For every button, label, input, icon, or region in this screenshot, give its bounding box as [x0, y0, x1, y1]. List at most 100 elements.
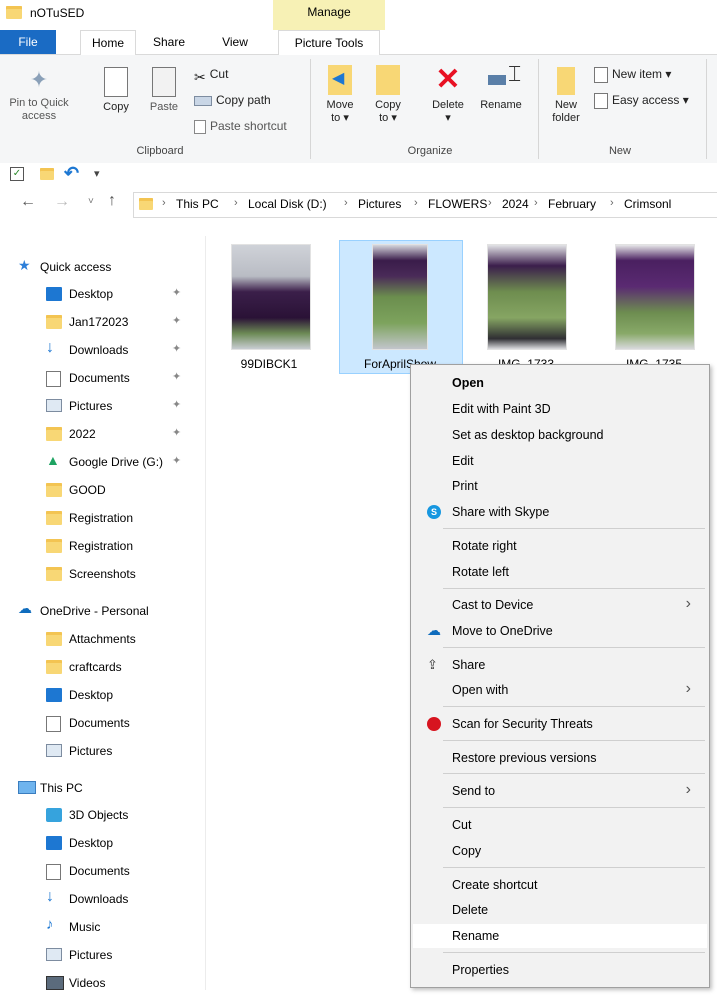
nav-item-desktop[interactable]: Desktop [0, 681, 205, 709]
menu-item-delete[interactable]: Delete [413, 898, 707, 922]
nav-item-documents[interactable]: Documents [0, 709, 205, 737]
nav-label: Downloads [69, 343, 129, 357]
copy-path-button[interactable]: Copy path [194, 91, 271, 109]
file-thumbnail[interactable] [484, 244, 568, 350]
undo-icon[interactable]: ↶ [64, 163, 79, 184]
menu-item-rename[interactable]: Rename [413, 924, 707, 948]
pin-icon[interactable]: ✦ [172, 426, 181, 439]
nav-item-google-drive[interactable]: ▲ Google Drive (G:) ✦ [0, 448, 205, 476]
menu-item-edit[interactable]: Edit [413, 449, 707, 473]
pin-icon[interactable]: ✦ [172, 342, 181, 355]
nav-this-pc[interactable]: This PC [0, 774, 205, 802]
nav-item-downloads[interactable]: ↓ Downloads ✦ [0, 336, 205, 364]
easy-access-button[interactable]: Easy access ▾ [594, 91, 689, 109]
nav-item-videos[interactable]: Videos [0, 969, 205, 997]
menu-item-share-skype[interactable]: S Share with Skype [413, 500, 707, 524]
nav-onedrive[interactable]: ☁ OneDrive - Personal [0, 597, 205, 625]
nav-item-desktop[interactable]: Desktop ✦ [0, 280, 205, 308]
breadcrumb-2024[interactable]: 2024 [502, 197, 529, 211]
nav-item-screenshots[interactable]: Screenshots [0, 560, 205, 588]
new-folder-button[interactable]: New folder [546, 67, 586, 125]
nav-item-documents[interactable]: Documents ✦ [0, 364, 205, 392]
tab-picture-tools[interactable]: Picture Tools [278, 30, 380, 56]
properties-check-icon[interactable]: ✓ [10, 167, 24, 181]
menu-item-properties[interactable]: Properties [413, 958, 707, 982]
menu-item-restore-versions[interactable]: Restore previous versions [413, 746, 707, 770]
nav-item-3d-objects[interactable]: 3D Objects [0, 801, 205, 829]
menu-item-set-background[interactable]: Set as desktop background [413, 423, 707, 447]
tab-view[interactable]: View [212, 30, 258, 54]
breadcrumb-flowers[interactable]: FLOWERS [428, 197, 487, 211]
menu-item-edit-paint3d[interactable]: Edit with Paint 3D [413, 397, 707, 421]
tab-manage[interactable]: Manage [273, 0, 385, 30]
new-item-button[interactable]: New item ▾ [594, 65, 671, 83]
nav-item-registration[interactable]: Registration [0, 532, 205, 560]
tab-file[interactable]: File [0, 30, 56, 54]
pin-icon[interactable]: ✦ [172, 286, 181, 299]
nav-item-pictures[interactable]: Pictures [0, 941, 205, 969]
nav-item-music[interactable]: ♪ Music [0, 913, 205, 941]
paste-shortcut-button[interactable]: Paste shortcut [194, 117, 287, 135]
nav-item-attachments[interactable]: Attachments [0, 625, 205, 653]
breadcrumb-this-pc[interactable]: This PC [176, 197, 219, 211]
forward-arrow-icon[interactable]: → [54, 193, 70, 211]
nav-item-pictures[interactable]: Pictures ✦ [0, 392, 205, 420]
pin-icon[interactable]: ✦ [172, 398, 181, 411]
recent-dropdown-icon[interactable]: ˅ [88, 196, 94, 207]
menu-item-create-shortcut[interactable]: Create shortcut [413, 873, 707, 897]
rename-button[interactable]: ⌶ Rename [474, 63, 528, 112]
nav-item-pictures[interactable]: Pictures [0, 737, 205, 765]
menu-item-rotate-left[interactable]: Rotate left [413, 560, 707, 584]
menu-item-print[interactable]: Print [413, 474, 707, 498]
menu-item-open-with[interactable]: Open with › [413, 678, 707, 702]
menu-item-open[interactable]: Open [413, 371, 707, 395]
star-icon: ★ [18, 257, 31, 273]
document-icon [46, 371, 61, 387]
menu-item-cut[interactable]: Cut [413, 813, 707, 837]
menu-item-send-to[interactable]: Send to › [413, 779, 707, 803]
breadcrumb-february[interactable]: February [548, 197, 596, 211]
back-arrow-icon[interactable]: ← [20, 193, 36, 211]
address-bar[interactable]: › This PC › Local Disk (D:) › Pictures ›… [133, 192, 717, 218]
folder-icon [139, 198, 153, 210]
move-to-button[interactable]: ◀ Move to ▾ [320, 65, 360, 125]
tab-share[interactable]: Share [146, 30, 192, 54]
nav-item-good[interactable]: GOOD [0, 476, 205, 504]
nav-item-craftcards[interactable]: craftcards [0, 653, 205, 681]
file-thumbnail-selected[interactable] [358, 244, 442, 350]
paste-button[interactable]: Paste [144, 67, 184, 114]
nav-item-documents[interactable]: Documents [0, 857, 205, 885]
nav-item-desktop[interactable]: Desktop [0, 829, 205, 857]
file-thumbnail[interactable] [228, 244, 312, 350]
file-name[interactable]: 99DIBCK1 [209, 357, 329, 371]
nav-item-jan172023[interactable]: Jan172023 ✦ [0, 308, 205, 336]
menu-item-rotate-right[interactable]: Rotate right [413, 534, 707, 558]
qat-dropdown-icon[interactable]: ▾ [94, 167, 100, 180]
copy-button[interactable]: Copy [96, 67, 136, 114]
pin-icon[interactable]: ✦ [172, 454, 181, 467]
menu-item-move-onedrive[interactable]: ☁ Move to OneDrive [413, 619, 707, 643]
nav-quick-access[interactable]: ★ Quick access [0, 253, 205, 281]
tab-home[interactable]: Home [80, 30, 136, 56]
up-arrow-icon[interactable]: ↑ [108, 192, 116, 210]
breadcrumb-local-disk[interactable]: Local Disk (D:) [248, 197, 327, 211]
delete-button[interactable]: ✕ Delete ▾ [426, 65, 470, 125]
new-folder-qat-icon[interactable] [40, 168, 54, 180]
pin-quick-access-button[interactable]: ✦ Pin to Quick access [4, 67, 74, 123]
pin-icon[interactable]: ✦ [172, 370, 181, 383]
pin-icon[interactable]: ✦ [172, 314, 181, 327]
menu-item-scan-threats[interactable]: Scan for Security Threats [413, 712, 707, 736]
menu-item-cast-to-device[interactable]: Cast to Device › [413, 593, 707, 617]
file-thumbnail[interactable] [612, 244, 696, 350]
security-scan-icon [427, 717, 441, 731]
cut-button[interactable]: ✂ Cut [194, 65, 228, 85]
copy-to-button[interactable]: Copy to ▾ [368, 65, 408, 125]
nav-item-registration[interactable]: Registration [0, 504, 205, 532]
nav-item-downloads[interactable]: ↓ Downloads [0, 885, 205, 913]
menu-item-share[interactable]: ⇪ Share [413, 653, 707, 677]
nav-label: Downloads [69, 892, 129, 906]
nav-item-2022[interactable]: 2022 ✦ [0, 420, 205, 448]
menu-item-copy[interactable]: Copy [413, 839, 707, 863]
breadcrumb-crimson[interactable]: Crimsonl [624, 197, 671, 211]
breadcrumb-pictures[interactable]: Pictures [358, 197, 401, 211]
